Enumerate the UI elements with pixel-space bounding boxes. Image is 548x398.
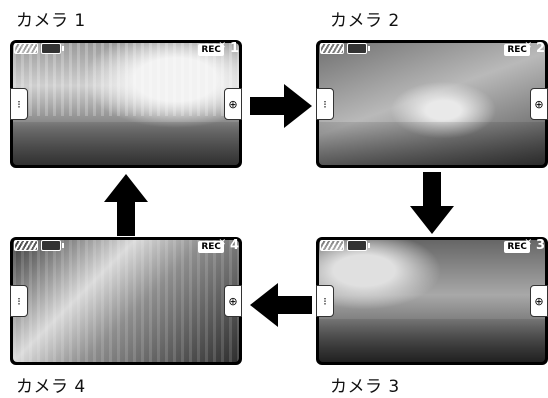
sd-card-icon — [41, 240, 64, 251]
camera-number: 2 — [535, 41, 545, 56]
camera-1-label: カメラ 1 — [16, 11, 86, 31]
rec-cancel-icon: ✕ — [218, 238, 226, 248]
camera-2-image — [319, 43, 545, 165]
options-dots-icon[interactable]: ⁝ — [316, 88, 334, 120]
options-dots-icon[interactable]: ⁝ — [10, 285, 28, 317]
sd-card-icon — [347, 43, 370, 54]
camera-number: 3 — [535, 238, 545, 253]
zoom-in-icon[interactable]: ⊕ — [224, 285, 242, 317]
rec-cancel-icon: ✕ — [218, 41, 226, 51]
camera-4-image — [13, 240, 239, 362]
arrow-left-icon — [250, 283, 312, 327]
camera-1-image — [13, 43, 239, 165]
arrow-down-icon — [410, 172, 454, 234]
camera-4-label: カメラ 4 — [16, 377, 86, 397]
sd-card-icon — [41, 43, 64, 54]
battery-icon — [320, 240, 344, 251]
camera-1-view[interactable]: REC ✕ 1 ⁝ ⊕ — [10, 40, 242, 168]
battery-icon — [14, 240, 38, 251]
options-dots-icon[interactable]: ⁝ — [10, 88, 28, 120]
zoom-in-icon[interactable]: ⊕ — [530, 285, 548, 317]
camera-3-view[interactable]: REC ✕ 3 ⁝ ⊕ — [316, 237, 548, 365]
sd-card-icon — [347, 240, 370, 251]
camera-4-view[interactable]: REC ✕ 4 ⁝ ⊕ — [10, 237, 242, 365]
rec-cancel-icon: ✕ — [524, 41, 532, 51]
battery-icon — [14, 43, 38, 54]
options-dots-icon[interactable]: ⁝ — [316, 285, 334, 317]
camera-2-view[interactable]: REC ✕ 2 ⁝ ⊕ — [316, 40, 548, 168]
camera-3-label: カメラ 3 — [330, 377, 400, 397]
rec-cancel-icon: ✕ — [524, 238, 532, 248]
zoom-in-icon[interactable]: ⊕ — [530, 88, 548, 120]
arrow-up-icon — [104, 174, 148, 236]
camera-number: 4 — [229, 238, 239, 253]
arrow-right-icon — [250, 84, 312, 128]
camera-2-label: カメラ 2 — [330, 11, 400, 31]
camera-number: 1 — [229, 41, 239, 56]
camera-3-image — [319, 240, 545, 362]
zoom-in-icon[interactable]: ⊕ — [224, 88, 242, 120]
battery-icon — [320, 43, 344, 54]
